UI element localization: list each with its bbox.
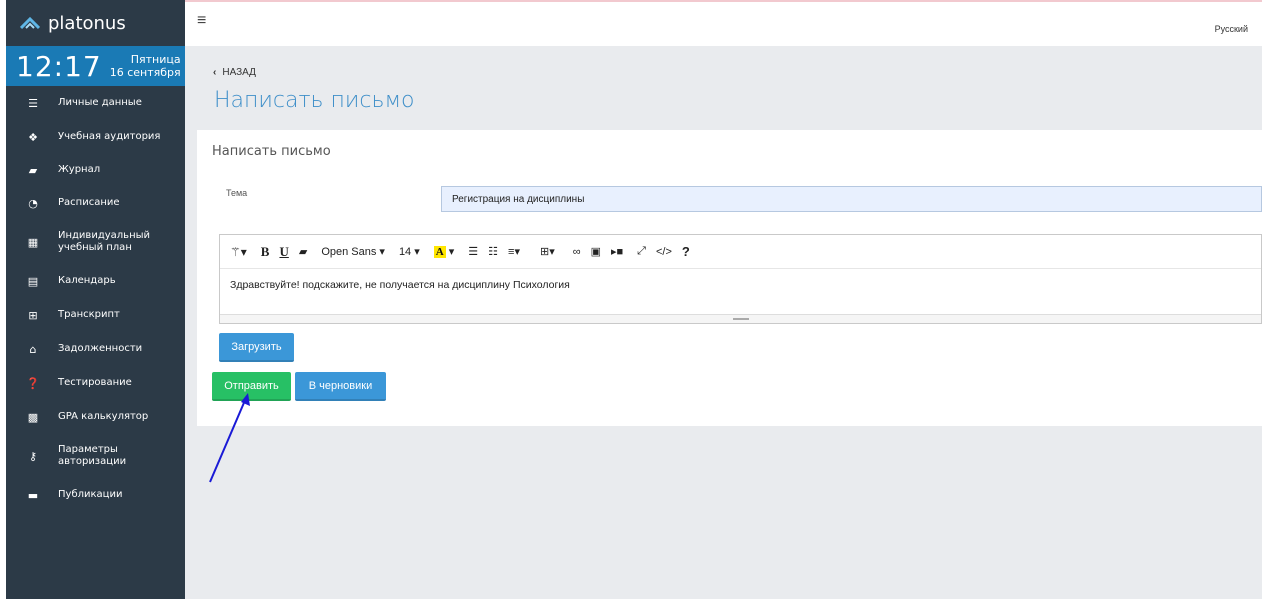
link-icon[interactable]: ∞ [573,246,581,258]
eraser-icon[interactable]: ▰ [299,245,307,258]
book-icon: ▰ [28,163,38,177]
calendar-icon: ▤ [27,274,39,288]
sidebar-item-schedule[interactable]: ◔ Расписание [6,186,185,220]
folder-icon: ▬ [27,488,39,502]
language-selector[interactable]: Русский [1215,24,1248,34]
editor-resize-handle[interactable] [220,314,1261,323]
clock-icon: ◔ [28,196,38,210]
sidebar-item-gpa-calculator[interactable]: ▩ GPA калькулятор [6,400,185,434]
text-color-button[interactable]: A ▾ [433,245,454,258]
back-link[interactable]: ‹ НАЗАД [213,67,256,78]
main-content: ‹ НАЗАД Написать письмо Написать письмо Т… [185,46,1262,599]
unordered-list-icon[interactable]: ☰ [468,245,478,258]
sidebar-item-label: Транскрипт [58,309,120,320]
sidebar-item-classroom[interactable]: ❖ Учебная аудитория [6,120,185,154]
sidebar-item-label: Тестирование [58,377,132,388]
fullscreen-icon[interactable]: ⤢ [637,245,646,258]
sidebar-item-journal[interactable]: ▰ Журнал [6,154,185,186]
subject-input[interactable]: Регистрация на дисциплины [441,186,1262,212]
sidebar-item-publications[interactable]: ▬ Публикации [6,478,185,512]
brand[interactable]: platonus [6,0,185,46]
align-dropdown-icon[interactable]: ≡▾ [508,245,520,258]
clock-widget: 12:17 Пятница 16 сентября [6,46,185,86]
cubes-icon: ❖ [28,130,38,144]
key-icon: ⚷ [28,449,38,463]
upload-button[interactable]: Загрузить [219,333,294,362]
sidebar-item-label: Задолженности [58,343,143,354]
sidebar-nav: ☰ Личные данные ❖ Учебная аудитория ▰ Жу… [6,86,185,512]
clock-weekday: Пятница [130,53,181,66]
sidebar-item-label: Журнал [58,164,101,175]
sidebar-item-study-plan[interactable]: ▦ Индивидуальный учебный план [6,220,185,264]
ordered-list-icon[interactable]: ☷ [488,245,498,258]
back-label: НАЗАД [222,67,256,78]
inbox-icon: ⌂ [29,342,37,356]
question-icon: ❓ [26,376,40,390]
code-view-icon[interactable]: </> [656,246,672,258]
topbar: ≡ Русский [185,0,1262,46]
editor-content[interactable]: Здравствуйте! подскажите, не получается … [220,268,1261,314]
video-icon[interactable]: ▸■ [611,245,623,258]
save-draft-button[interactable]: В черновики [295,372,386,401]
rich-text-editor: ⚚▾ B U ▰ Open Sans ▾ 14 ▾ A ▾ ☰ ☷ ≡▾ ⊞▾ … [219,234,1262,324]
sidebar-item-auth-settings[interactable]: ⚷ Параметры авторизации [6,434,185,478]
font-size-dropdown[interactable]: 14 ▾ [398,245,420,259]
sidebar-item-debts[interactable]: ⌂ Задолженности [6,332,185,366]
table-icon: ⊞ [28,308,38,322]
sidebar-item-label: GPA калькулятор [58,411,149,422]
grid-icon: ▦ [27,235,39,249]
editor-text: Здравствуйте! подскажите, не получается … [230,279,570,291]
list-icon: ☰ [28,96,38,110]
font-family-value: Open Sans [321,245,377,258]
calculator-icon: ▩ [27,410,39,424]
chevron-left-icon: ‹ [213,67,217,78]
sidebar-item-label: Календарь [58,275,116,286]
sidebar-item-label: Индивидуальный учебный план [58,230,151,253]
sidebar-item-transcript[interactable]: ⊞ Транскрипт [6,298,185,332]
sidebar-item-personal-data[interactable]: ☰ Личные данные [6,86,185,120]
sidebar-item-label: Учебная аудитория [58,131,161,142]
annotation-arrow [209,393,250,483]
font-size-value: 14 [398,245,412,258]
sidebar-item-calendar[interactable]: ▤ Календарь [6,264,185,298]
brand-name: platonus [48,12,126,34]
sidebar-item-label: Публикации [58,489,123,500]
magic-wand-icon[interactable]: ⚚▾ [230,245,247,259]
clock-date: Пятница 16 сентября [110,53,181,79]
hamburger-menu-icon[interactable]: ≡ [197,12,206,30]
underline-button[interactable]: U [279,244,288,260]
font-family-dropdown[interactable]: Open Sans ▾ [321,245,385,259]
sidebar-item-testing[interactable]: ❓ Тестирование [6,366,185,400]
compose-card: Написать письмо Тема Регистрация на дисц… [197,130,1262,426]
sidebar-item-label: Параметры авторизации [58,444,127,467]
sidebar-item-label: Расписание [58,197,120,208]
clock-day: 16 сентября [109,66,181,79]
image-icon[interactable]: ▣ [591,245,601,258]
subject-label: Тема [226,188,248,198]
help-icon[interactable]: ? [682,244,690,259]
card-title: Написать письмо [212,144,331,159]
subject-value: Регистрация на дисциплины [452,193,585,205]
sidebar: platonus 12:17 Пятница 16 сентября ☰ Лич… [6,0,185,599]
highlight-a-icon: A [433,245,446,258]
sidebar-item-label: Личные данные [58,97,142,108]
clock-time: 12:17 [16,49,102,83]
table-insert-icon[interactable]: ⊞▾ [540,245,555,258]
bold-button[interactable]: B [261,244,270,260]
page-title: Написать письмо [214,88,415,113]
editor-toolbar: ⚚▾ B U ▰ Open Sans ▾ 14 ▾ A ▾ ☰ ☷ ≡▾ ⊞▾ … [220,235,1261,268]
platonus-logo-icon [20,16,40,30]
